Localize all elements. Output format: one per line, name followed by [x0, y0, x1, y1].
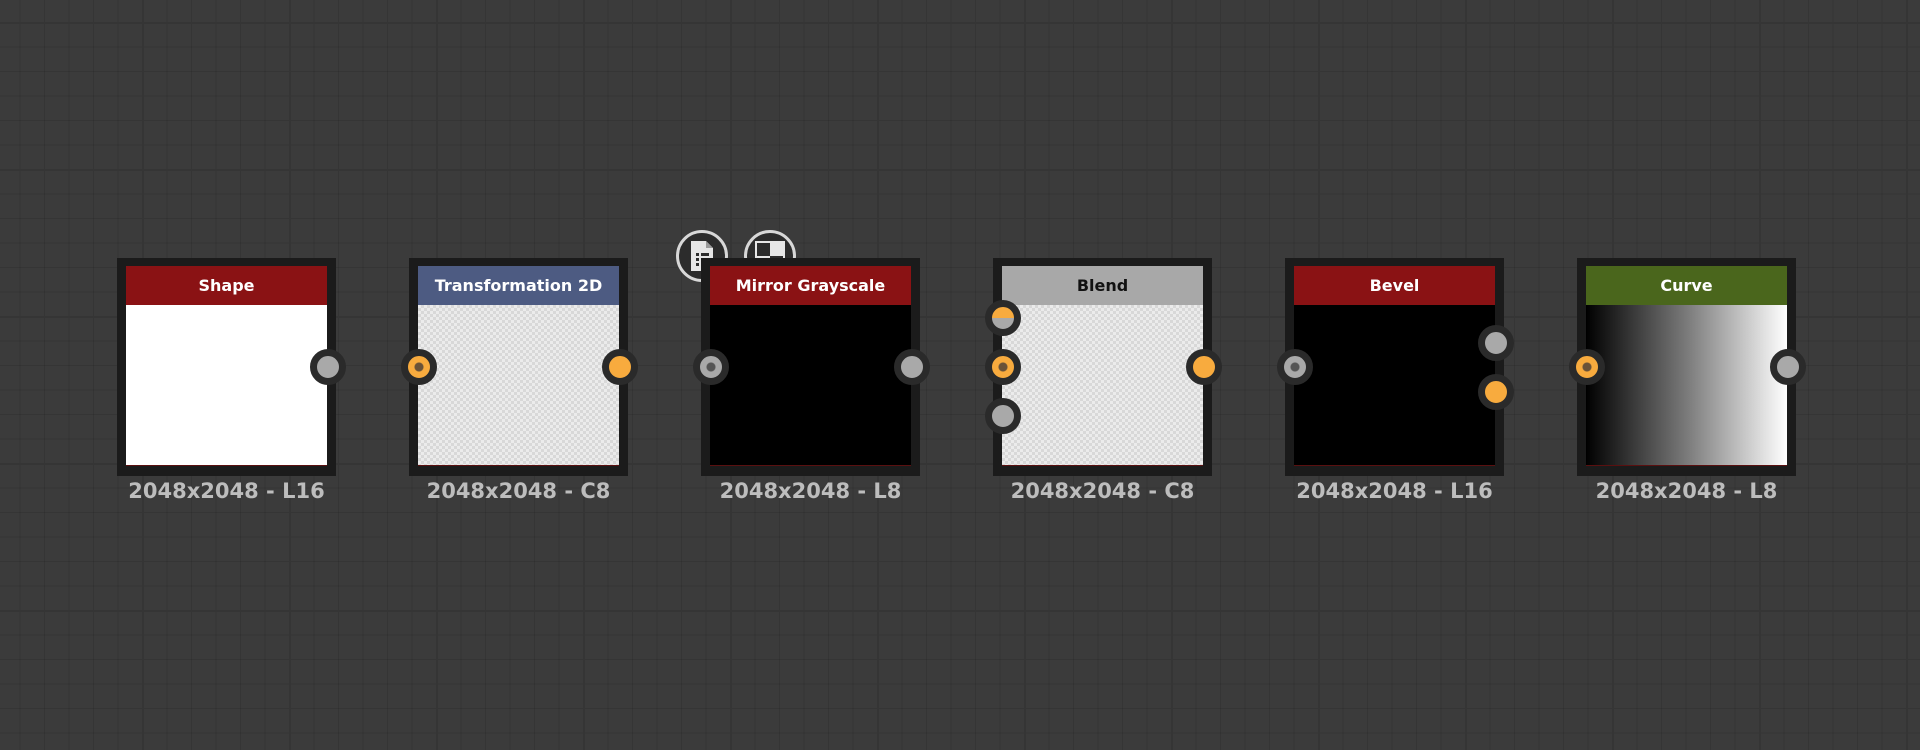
node-blend-output-port[interactable]: [1186, 349, 1222, 385]
node-curve-output-port[interactable]: [1770, 349, 1806, 385]
node-header: Transformation 2D: [418, 266, 619, 305]
node-preview: [418, 305, 619, 466]
node-transformation-2d[interactable]: Transformation 2D: [409, 258, 628, 476]
node-blend-foreground-input-port[interactable]: [985, 300, 1021, 336]
node-transformation-2d-input-port[interactable]: [401, 349, 437, 385]
node-curve-input-port[interactable]: [1569, 349, 1605, 385]
node-bevel-height-output-port[interactable]: [1478, 325, 1514, 361]
node-resolution-label: 2048x2048 - L8: [1595, 479, 1778, 503]
node-header: Blend: [1002, 266, 1203, 305]
node-mirror-grayscale[interactable]: Mirror Grayscale: [701, 258, 920, 476]
node-resolution-label: 2048x2048 - L8: [719, 479, 902, 503]
node-blend-background-input-port[interactable]: [985, 349, 1021, 385]
node-transformation-2d-output-port[interactable]: [602, 349, 638, 385]
node-curve[interactable]: Curve: [1577, 258, 1796, 476]
node-resolution-label: 2048x2048 - L16: [1296, 479, 1493, 503]
node-preview: [126, 305, 327, 466]
graph-canvas[interactable]: Shape 2048x2048 - L16 Transformation 2D …: [0, 0, 1920, 750]
node-preview: [1294, 305, 1495, 466]
node-resolution-label: 2048x2048 - C8: [1010, 479, 1195, 503]
node-preview: [710, 305, 911, 466]
node-bevel[interactable]: Bevel: [1285, 258, 1504, 476]
node-mirror-grayscale-input-port[interactable]: [693, 349, 729, 385]
node-preview: [1586, 305, 1787, 466]
node-mirror-grayscale-output-port[interactable]: [894, 349, 930, 385]
node-resolution-label: 2048x2048 - C8: [426, 479, 611, 503]
node-preview: [1002, 305, 1203, 466]
node-header: Mirror Grayscale: [710, 266, 911, 305]
node-shape[interactable]: Shape: [117, 258, 336, 476]
node-header: Bevel: [1294, 266, 1495, 305]
node-bevel-normal-output-port[interactable]: [1478, 374, 1514, 410]
node-blend-mask-input-port[interactable]: [985, 398, 1021, 434]
node-header: Shape: [126, 266, 327, 305]
node-header: Curve: [1586, 266, 1787, 305]
node-resolution-label: 2048x2048 - L16: [128, 479, 325, 503]
node-bevel-input-port[interactable]: [1277, 349, 1313, 385]
node-blend[interactable]: Blend: [993, 258, 1212, 476]
node-shape-output-port[interactable]: [310, 349, 346, 385]
